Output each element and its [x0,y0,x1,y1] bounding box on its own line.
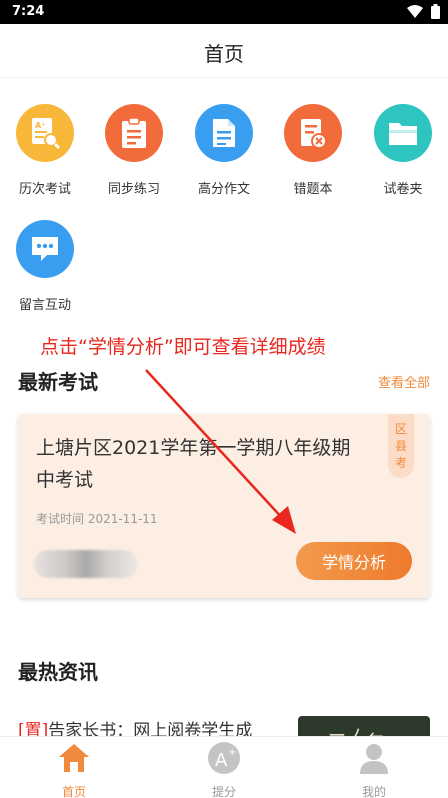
document-icon [195,104,253,162]
tab-profile[interactable]: 我的 [319,737,429,798]
tag-char: 区 [394,421,407,436]
feature-label: 留言互动 [18,298,71,313]
feature-label: 错题本 [293,182,333,197]
hot-news-heading: 最热资讯 [18,660,98,684]
feature-exam-history[interactable]: A⁺ 历次考试 [0,104,90,197]
tab-label: 我的 [361,785,386,798]
tag-char: 考 [394,455,407,470]
latest-exams-heading: 最新考试 [18,370,98,394]
instruction-annotation: 点击“学情分析”即可查看详细成绩 [40,336,326,358]
top-nav-bar: 首页 [0,24,448,78]
page-title: 首页 [204,42,244,66]
exam-card[interactable]: 上塘片区2021学年第一学期八年级期中考试 考试时间 2021-11-11 区 … [18,414,430,598]
exam-title: 上塘片区2021学年第一学期八年级期中考试 [36,437,351,491]
feature-label: 历次考试 [18,182,71,197]
status-bar: 7:24 [0,0,448,24]
wifi-icon [407,4,423,18]
svg-text:A⁺: A⁺ [35,121,45,130]
tab-score-up[interactable]: A + 提分 [169,737,279,798]
feature-paper-folder[interactable]: 试卷夹 [358,104,448,197]
app-screen: 7:24 首页 A⁺ 历次考试 同步练习 高分作文 错题本 试卷夹 留言互动 点… [0,0,448,798]
feature-message[interactable]: 留言互动 [0,220,90,313]
system-icons [407,4,440,19]
error-notebook-icon [284,104,342,162]
feature-label: 试卷夹 [383,182,423,197]
feature-error-book[interactable]: 错题本 [268,104,358,197]
folder-icon [374,104,432,162]
exam-history-icon: A⁺ [16,104,74,162]
feature-essay[interactable]: 高分作文 [179,104,269,197]
clipboard-icon [105,104,163,162]
analysis-button[interactable]: 学情分析 [296,542,412,580]
home-icon [59,744,89,772]
svg-text:A: A [215,750,228,771]
chat-bubble-icon [16,220,74,278]
profile-icon [360,744,388,774]
exam-time: 考试时间 2021-11-11 [36,512,158,526]
battery-icon [431,4,440,19]
tab-label: 首页 [61,785,86,798]
svg-text:+: + [228,747,236,758]
feature-label: 同步练习 [107,182,160,197]
district-exam-tag: 区 县 考 [388,414,414,478]
tab-home[interactable]: 首页 [19,737,129,798]
status-time: 7:24 [12,4,45,19]
feature-practice[interactable]: 同步练习 [89,104,179,197]
tab-label: 提分 [211,785,236,798]
tag-char: 县 [394,438,407,453]
blurred-student-name [34,550,138,578]
feature-label: 高分作文 [197,182,250,197]
bottom-tab-bar: 首页 A + 提分 我的 [0,736,448,798]
score-up-icon: A + [208,742,240,774]
view-all-link[interactable]: 查看全部 [378,372,430,391]
